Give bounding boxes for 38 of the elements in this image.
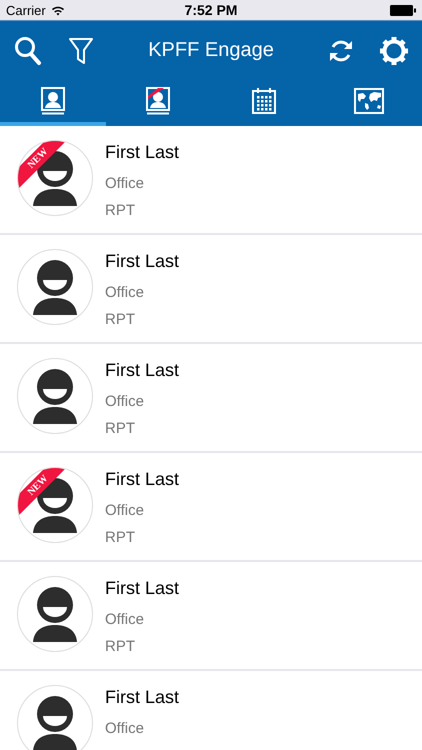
contact-row[interactable]: First Last Office RPT <box>0 562 422 671</box>
contact-name: First Last <box>105 687 180 709</box>
contact-name: First Last <box>105 360 180 382</box>
contact-name: First Last <box>105 578 180 600</box>
calendar-icon <box>252 88 276 114</box>
carrier-label: Carrier <box>6 2 46 18</box>
role-label: RPT <box>105 201 136 221</box>
person-icon <box>30 258 80 316</box>
search-icon[interactable] <box>14 36 42 66</box>
office-label: Office <box>105 610 145 630</box>
person-icon <box>30 694 80 750</box>
contact-name: First Last <box>105 142 180 164</box>
clock-time: 7:52 PM <box>184 2 238 18</box>
world-map-icon <box>354 88 384 114</box>
battery-icon <box>390 4 416 16</box>
contact-row[interactable]: First Last Office RPT <box>0 235 422 344</box>
office-label: Office <box>105 283 145 303</box>
contact-name: First Last <box>105 251 180 273</box>
contact-row[interactable]: First Last Office <box>0 671 422 750</box>
contact-name: First Last <box>105 469 180 491</box>
filter-icon[interactable] <box>68 36 94 64</box>
contact-row[interactable]: First Last Office RPT <box>0 344 422 453</box>
app-title: KPFF Engage <box>147 39 275 62</box>
office-label: Office <box>105 392 145 412</box>
wifi-icon <box>50 4 65 16</box>
role-label: RPT <box>105 637 136 657</box>
office-label: Office <box>105 501 145 521</box>
role-label: RPT <box>105 310 136 330</box>
person-icon <box>30 585 80 643</box>
person-icon <box>30 367 80 425</box>
office-label: Office <box>105 719 145 739</box>
settings-icon[interactable] <box>380 36 408 64</box>
contact-card-icon <box>40 87 65 115</box>
office-label: Office <box>105 174 145 194</box>
refresh-icon[interactable] <box>328 38 354 64</box>
role-label: RPT <box>105 419 136 439</box>
role-label: RPT <box>105 528 136 548</box>
contact-card-icon <box>146 87 170 115</box>
